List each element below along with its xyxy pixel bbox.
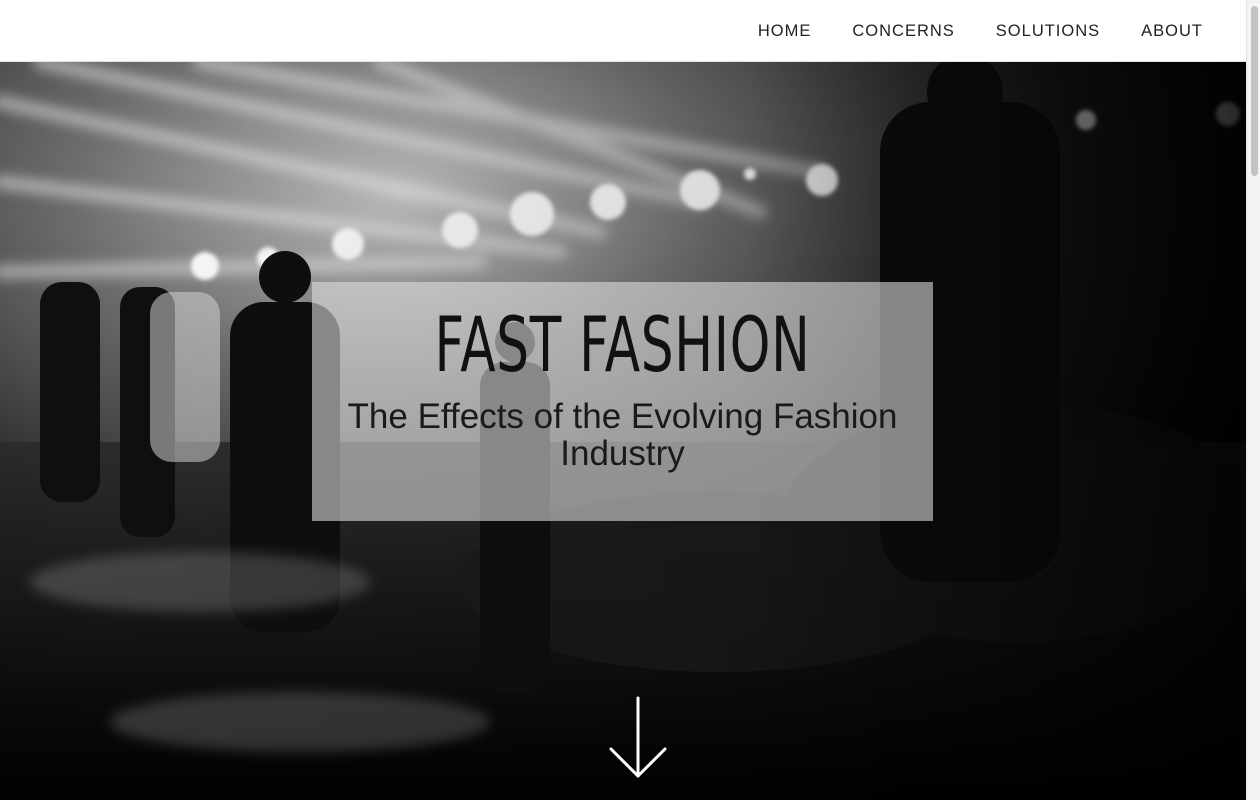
hero-title-box: FAST FASHION The Effects of the Evolving… xyxy=(312,282,933,521)
nav-about-link[interactable]: ABOUT xyxy=(1141,22,1203,41)
nav-home-link[interactable]: HOME xyxy=(758,22,812,41)
nav-solutions-link[interactable]: SOLUTIONS xyxy=(996,22,1100,41)
scrollbar-thumb[interactable] xyxy=(1251,6,1258,176)
nav-concerns-link[interactable]: CONCERNS xyxy=(852,22,954,41)
hero-subtitle: The Effects of the Evolving Fashion Indu… xyxy=(347,397,898,473)
page-scrollbar[interactable] xyxy=(1246,0,1260,800)
hero-title: FAST FASHION xyxy=(434,300,811,389)
top-navigation-bar: HOME CONCERNS SOLUTIONS ABOUT xyxy=(0,0,1246,62)
arrow-down-icon[interactable] xyxy=(608,696,668,780)
nav-links: HOME CONCERNS SOLUTIONS ABOUT xyxy=(717,0,1203,62)
hero-section: FAST FASHION The Effects of the Evolving… xyxy=(0,62,1246,800)
